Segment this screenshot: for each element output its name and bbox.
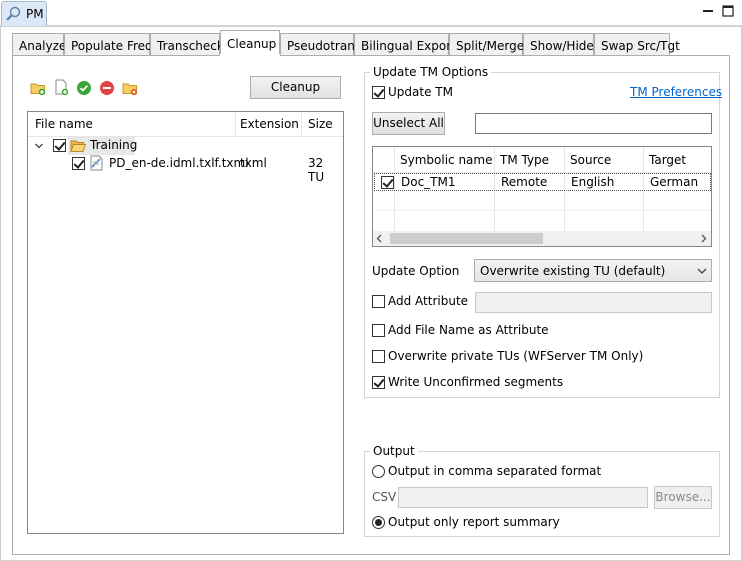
add-filename-label[interactable]: Add File Name as Attribute [388, 323, 549, 337]
column-header-extension[interactable]: Extension [240, 117, 299, 131]
column-header-symbolic-name[interactable]: Symbolic name [400, 153, 492, 167]
tab-pseudotrans[interactable]: Pseudotrans [280, 33, 361, 55]
tab-underline-right [280, 55, 730, 56]
unselect-all-button[interactable]: Unselect All [372, 112, 445, 135]
tab-populate-freq[interactable]: Populate Freq [64, 33, 153, 55]
tm-symbolic-name: Doc_TM1 [401, 175, 456, 189]
update-option-select[interactable]: Overwrite existing TU (default) [474, 259, 712, 282]
folder-name: Training [90, 138, 138, 152]
summary-output-radio[interactable] [372, 516, 385, 529]
column-header-tm-type[interactable]: TM Type [500, 153, 549, 167]
view-tab-title: PM [26, 7, 44, 21]
maximize-icon[interactable] [720, 4, 736, 18]
add-attribute-input[interactable] [475, 292, 712, 313]
add-file-icon[interactable] [53, 79, 69, 96]
minimize-icon[interactable] [700, 4, 716, 18]
update-option-value: Overwrite existing TU (default) [480, 264, 666, 278]
tab-label: Swap Src/Tgt [601, 39, 680, 53]
tab-label: Analyze [19, 39, 67, 53]
tab-split-merge[interactable]: Split/Merge [449, 33, 525, 55]
browse-button[interactable]: Browse... [654, 486, 712, 509]
add-filename-checkbox[interactable] [372, 324, 385, 337]
horizontal-scrollbar[interactable] [373, 231, 711, 246]
csv-path-input[interactable] [398, 487, 648, 508]
add-attribute-label[interactable]: Add Attribute [388, 294, 468, 308]
tab-cleanup[interactable]: Cleanup [220, 30, 280, 54]
column-header-source[interactable]: Source [570, 153, 611, 167]
pm-app-icon [6, 6, 21, 21]
scroll-right-icon[interactable] [699, 234, 708, 243]
tab-label: Cleanup [227, 37, 277, 51]
file-extension: txml [240, 156, 267, 170]
remove-icon[interactable] [99, 80, 115, 96]
table-row[interactable]: Doc_TM1 Remote English German [374, 173, 711, 191]
view-tab-bar [0, 0, 742, 26]
tm-preferences-link[interactable]: TM Preferences [630, 85, 722, 99]
file-tree[interactable]: File name Extension Size Training PD_en-… [27, 111, 344, 534]
tab-swap-src-tgt[interactable]: Swap Src/Tgt [594, 33, 680, 55]
tm-row-checkbox[interactable] [381, 176, 394, 189]
tm-table[interactable]: Symbolic name TM Type Source Target Doc_… [372, 146, 712, 247]
txml-file-icon [90, 155, 103, 171]
tm-filter-input[interactable] [475, 113, 712, 134]
tm-type: Remote [501, 175, 548, 189]
overwrite-private-checkbox[interactable] [372, 350, 385, 363]
overwrite-private-label[interactable]: Overwrite private TUs (WFServer TM Only) [388, 349, 643, 363]
chevron-down-icon[interactable] [34, 141, 44, 151]
tab-label: Populate Freq [71, 39, 153, 53]
tab-label: Pseudotrans [287, 39, 362, 53]
scroll-left-icon[interactable] [375, 234, 384, 243]
tab-show-hide[interactable]: Show/Hide [523, 33, 594, 55]
file-size: 32 TU [308, 156, 325, 184]
update-option-label: Update Option [372, 264, 460, 278]
folder-checkbox[interactable] [53, 139, 66, 152]
update-tm-checkbox[interactable] [372, 86, 385, 99]
tm-source: English [571, 175, 615, 189]
open-folder-icon [70, 140, 86, 152]
tab-bilingual-export[interactable]: Bilingual Export [354, 33, 456, 55]
output-title: Output [370, 444, 418, 458]
column-header-target[interactable]: Target [649, 153, 686, 167]
file-name[interactable]: PD_en-de.idml.txlf.txml [109, 156, 249, 170]
tab-label: Show/Hide [530, 39, 594, 53]
tab-analyze[interactable]: Analyze [12, 33, 67, 55]
check-all-icon[interactable] [76, 80, 92, 96]
csv-output-label[interactable]: Output in comma separated format [388, 464, 601, 478]
add-folder-icon[interactable] [30, 80, 46, 96]
column-header-size[interactable]: Size [308, 117, 333, 131]
add-attribute-checkbox[interactable] [372, 295, 385, 308]
column-header-file-name[interactable]: File name [35, 117, 93, 131]
tab-label: Transcheck [157, 39, 224, 53]
chevron-down-icon [697, 268, 707, 274]
column-divider [235, 112, 236, 136]
scrollbar-thumb[interactable] [390, 233, 543, 244]
write-unconfirmed-checkbox[interactable] [372, 376, 385, 389]
folder-settings-icon[interactable] [122, 80, 138, 96]
tree-item-folder[interactable]: Training [68, 137, 138, 155]
tab-transcheck[interactable]: Transcheck [150, 33, 224, 55]
update-tm-label[interactable]: Update TM [388, 85, 453, 99]
row-grid-line [373, 210, 711, 211]
tm-target: German [650, 175, 699, 189]
tab-underline-left [12, 55, 220, 56]
view-tab-pm[interactable]: PM [1, 1, 47, 26]
tab-label: Split/Merge [456, 39, 525, 53]
tab-label: Bilingual Export [361, 39, 456, 53]
file-checkbox[interactable] [72, 157, 85, 170]
csv-label: CSV [372, 490, 397, 504]
column-divider [301, 112, 302, 136]
cleanup-button[interactable]: Cleanup [250, 76, 341, 99]
write-unconfirmed-label[interactable]: Write Unconfirmed segments [388, 375, 563, 389]
summary-output-label[interactable]: Output only report summary [388, 515, 560, 529]
csv-output-radio[interactable] [372, 465, 385, 478]
update-tm-options-title: Update TM Options [370, 65, 492, 79]
